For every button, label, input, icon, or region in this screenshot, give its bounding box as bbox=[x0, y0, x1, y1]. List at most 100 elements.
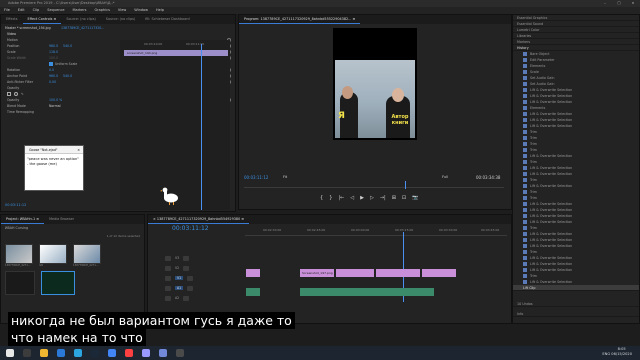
timeline-clip[interactable] bbox=[246, 269, 260, 277]
mute-icon[interactable] bbox=[183, 295, 190, 301]
play-button[interactable]: ▶ bbox=[360, 195, 364, 201]
uniform-scale-checkbox[interactable] bbox=[49, 62, 53, 66]
media-thumbnail[interactable] bbox=[73, 244, 101, 264]
telegram-icon[interactable] bbox=[74, 349, 82, 357]
scale-value[interactable]: 118.0 bbox=[49, 50, 63, 54]
program-scrub-bar[interactable] bbox=[244, 182, 504, 188]
media-thumbnail[interactable] bbox=[39, 244, 67, 264]
position-y-value[interactable]: 540.0 bbox=[63, 44, 77, 48]
tab-effects[interactable]: Effects bbox=[1, 15, 23, 24]
maximize-button[interactable]: □ bbox=[612, 0, 626, 7]
close-button[interactable]: × bbox=[626, 0, 640, 7]
menu-sequence[interactable]: Sequence bbox=[47, 7, 64, 14]
anchor-y-value[interactable]: 540.0 bbox=[63, 74, 77, 78]
media-thumbnail-selected[interactable] bbox=[41, 271, 75, 295]
program-title[interactable]: Program: 1387789CE_4271117320929_8ahnbd5… bbox=[239, 15, 361, 24]
timeline-clip[interactable]: Screenshot_197.png bbox=[300, 269, 334, 277]
resolution-select[interactable]: Full bbox=[442, 175, 448, 179]
menu-graphics[interactable]: Graphics bbox=[94, 7, 109, 14]
mask-ellipse-icon[interactable] bbox=[14, 92, 18, 96]
discord-icon[interactable] bbox=[159, 349, 167, 357]
sequence-label[interactable]: 1387789CE_4271117320… bbox=[61, 26, 117, 30]
track-label: V2 bbox=[175, 266, 180, 270]
tab-source[interactable]: Source: (no clips) bbox=[61, 15, 100, 24]
export-frame-button[interactable]: 📷 bbox=[412, 195, 418, 201]
goose-icon[interactable] bbox=[160, 187, 182, 205]
audio-clip[interactable] bbox=[246, 288, 260, 296]
history-item-label: Lift & Overwrite Selection bbox=[530, 232, 573, 236]
explorer-icon[interactable] bbox=[40, 349, 48, 357]
program-timecode[interactable]: 00:03:11:12 bbox=[244, 175, 268, 180]
menu-help[interactable]: Help bbox=[156, 7, 164, 14]
eye-icon[interactable] bbox=[187, 275, 194, 281]
menu-clip[interactable]: Clip bbox=[33, 7, 40, 14]
media-thumbnail[interactable] bbox=[5, 271, 35, 295]
program-playhead[interactable] bbox=[405, 181, 406, 189]
step-forward-button[interactable]: ▷ bbox=[370, 195, 374, 201]
premiere-icon[interactable] bbox=[142, 349, 150, 357]
eye-icon[interactable] bbox=[183, 255, 190, 261]
source-clip-label: Master * screenshot_194.jpg bbox=[5, 25, 51, 30]
insert-button[interactable]: ⊞ bbox=[392, 195, 396, 201]
go-to-in-button[interactable]: |← bbox=[338, 195, 344, 201]
go-to-out-button[interactable]: →| bbox=[380, 195, 386, 201]
language-indicator[interactable]: ENG bbox=[602, 352, 610, 356]
menu-view[interactable]: View bbox=[118, 7, 126, 14]
tab-dashboard[interactable]: fill: Schiebeser Dashboard bbox=[140, 15, 194, 24]
lock-icon[interactable] bbox=[165, 295, 171, 301]
timeline-timecode[interactable]: 00:03:11:12 bbox=[172, 225, 209, 232]
timeline-clip[interactable] bbox=[422, 269, 456, 277]
menu-file[interactable]: File bbox=[4, 7, 10, 14]
opacity-value[interactable]: 100.0 % bbox=[49, 98, 69, 102]
timeline-ruler[interactable]: 00:02:30:00 00:02:45:00 00:03:00:00 00:0… bbox=[245, 228, 507, 236]
lock-icon[interactable] bbox=[165, 255, 171, 261]
tab-effect-controls[interactable]: Effect Controls ≡ bbox=[22, 15, 62, 24]
clock: 8:05 06/15/2020 bbox=[611, 347, 632, 357]
menu-edit[interactable]: Edit bbox=[18, 7, 25, 14]
start-icon[interactable] bbox=[6, 349, 14, 357]
search-icon[interactable] bbox=[23, 349, 31, 357]
mark-in-button[interactable]: { bbox=[320, 195, 323, 201]
anti-flicker-value[interactable]: 0.00 bbox=[49, 80, 63, 84]
app-icon[interactable] bbox=[176, 349, 184, 357]
step-back-button[interactable]: ◁ bbox=[350, 195, 354, 201]
overwrite-button[interactable]: ⊡ bbox=[402, 195, 406, 201]
timeline-clip[interactable] bbox=[376, 269, 420, 277]
ec-playhead[interactable] bbox=[201, 44, 202, 210]
tab-source-2[interactable]: Source: (no clips) bbox=[101, 15, 140, 24]
blend-mode-select[interactable]: Normal bbox=[49, 104, 69, 108]
steam-icon[interactable] bbox=[91, 349, 99, 357]
lock-icon[interactable] bbox=[165, 285, 171, 291]
timeline-title[interactable]: × 1387789CE_4271117320929_8ahnbd55492938… bbox=[148, 215, 250, 224]
menu-markers[interactable]: Markers bbox=[73, 7, 87, 14]
anchor-x-value[interactable]: 960.0 bbox=[49, 74, 63, 78]
ec-timecode[interactable]: 00:03:11:12 bbox=[5, 203, 26, 207]
ec-clip-bar[interactable]: screenshot_194.png bbox=[124, 50, 228, 56]
lock-icon[interactable] bbox=[165, 265, 171, 271]
mail-icon[interactable] bbox=[57, 349, 65, 357]
system-tray[interactable]: ENG 8:05 06/15/2020 bbox=[560, 347, 632, 357]
app-icon[interactable] bbox=[125, 349, 133, 357]
timeline-clip[interactable] bbox=[336, 269, 374, 277]
popup-close-button[interactable]: × bbox=[77, 146, 80, 153]
ec-mini-timeline[interactable]: 00:03:10:00 00:03:11:00 bbox=[120, 40, 230, 210]
mask-pen-icon[interactable]: ✎ bbox=[21, 92, 24, 96]
menu-window[interactable]: Window bbox=[134, 7, 148, 14]
eye-icon[interactable] bbox=[183, 265, 190, 271]
media-thumbnail[interactable] bbox=[5, 244, 33, 264]
mute-icon[interactable] bbox=[187, 285, 194, 291]
tab-media-browser[interactable]: Media Browser bbox=[44, 215, 79, 224]
project-count: 1 of 12 items selected bbox=[106, 234, 140, 238]
history-action-icon bbox=[523, 94, 527, 98]
zoom-fit-select[interactable]: Fit bbox=[283, 175, 287, 179]
mark-out-button[interactable]: } bbox=[329, 195, 332, 201]
chrome-icon[interactable] bbox=[108, 349, 116, 357]
rotation-value[interactable]: 0.0 bbox=[49, 68, 63, 72]
tab-project[interactable]: Project: ИВАНн-1 ≡ bbox=[1, 215, 45, 224]
history-selected-item[interactable]: Lift Clip bbox=[513, 285, 639, 291]
lock-icon[interactable] bbox=[165, 275, 171, 281]
mask-rect-icon[interactable] bbox=[7, 92, 11, 96]
position-x-value[interactable]: 960.0 bbox=[49, 44, 63, 48]
minimize-button[interactable]: – bbox=[598, 0, 612, 7]
audio-clip[interactable] bbox=[300, 288, 434, 296]
